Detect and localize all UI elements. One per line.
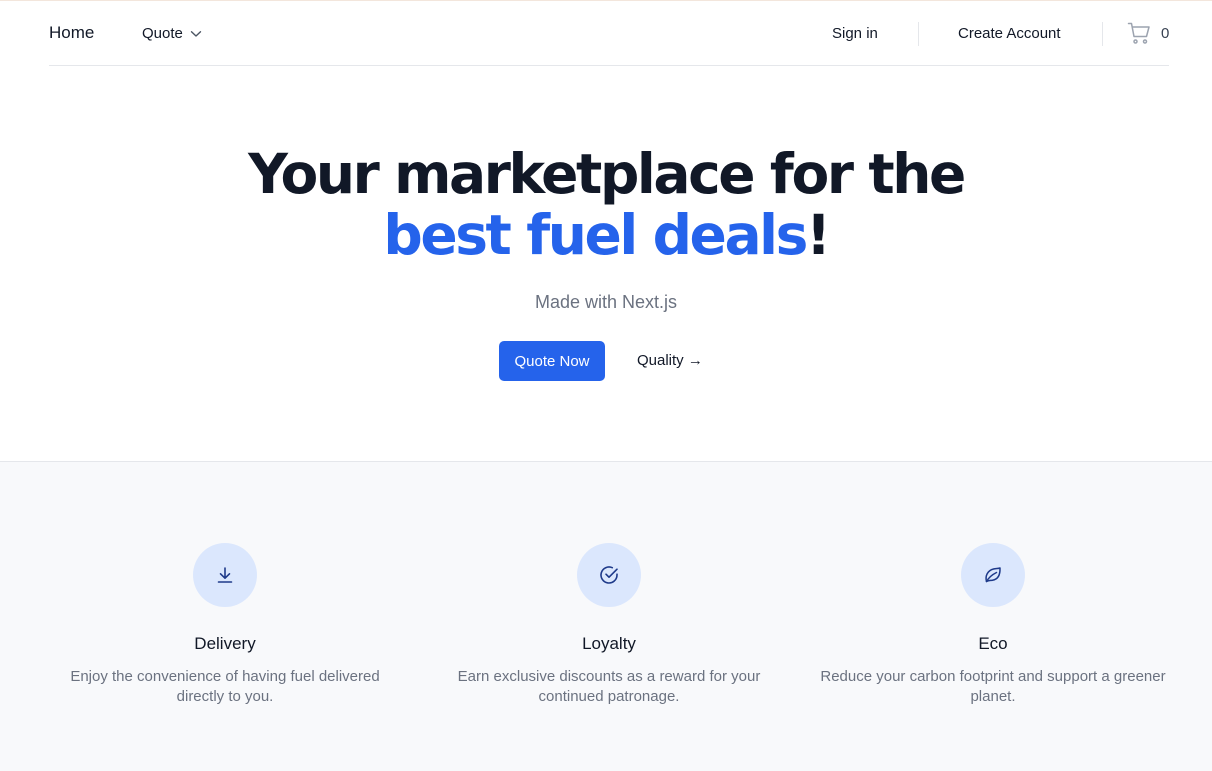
feature-description: Reduce your carbon footprint and support…: [820, 668, 1166, 705]
nav-quote-label: Quote: [142, 25, 183, 42]
check-circle-icon: [600, 566, 618, 584]
quality-link[interactable]: Quality →: [637, 352, 703, 369]
feature-description: Earn exclusive discounts as a reward for…: [457, 668, 761, 705]
nav-divider: [918, 22, 919, 46]
feature-icon-wrap: [193, 543, 257, 607]
navbar: Home Quote Sign in Create Account 0: [49, 1, 1169, 66]
cart-button[interactable]: 0: [1127, 21, 1169, 45]
feature-title: Delivery: [194, 634, 256, 653]
nav-divider: [1102, 22, 1103, 46]
feature-icon-wrap: [577, 543, 641, 607]
leaf-icon: [985, 567, 1001, 583]
download-icon: [217, 567, 233, 583]
sign-in-link[interactable]: Sign in: [832, 25, 878, 42]
hero-title-end: !: [805, 203, 831, 267]
hero-section: Your marketplace for the best fuel deals…: [0, 66, 1212, 461]
hero-subtitle: Made with Next.js: [534, 292, 678, 312]
cart-icon: [1127, 22, 1150, 44]
feature-title: Eco: [978, 634, 1008, 653]
quote-now-button[interactable]: Quote Now: [499, 341, 605, 381]
hero-title-line1: Your marketplace for the: [248, 142, 966, 206]
feature-title: Loyalty: [582, 634, 636, 653]
nav-home-link[interactable]: Home: [49, 23, 94, 43]
hero-title: Your marketplace for the best fuel deals…: [0, 144, 1212, 266]
hero-title-accent: best fuel deals: [383, 203, 808, 267]
cart-count: 0: [1161, 24, 1170, 42]
feature-description: Enjoy the convenience of having fuel del…: [70, 668, 380, 705]
nav-quote-dropdown[interactable]: Quote: [142, 25, 202, 42]
create-account-link[interactable]: Create Account: [958, 25, 1061, 42]
feature-icon-wrap: [961, 543, 1025, 607]
chevron-down-icon: [190, 30, 202, 37]
features-section: Delivery Enjoy the convenience of having…: [0, 461, 1212, 771]
